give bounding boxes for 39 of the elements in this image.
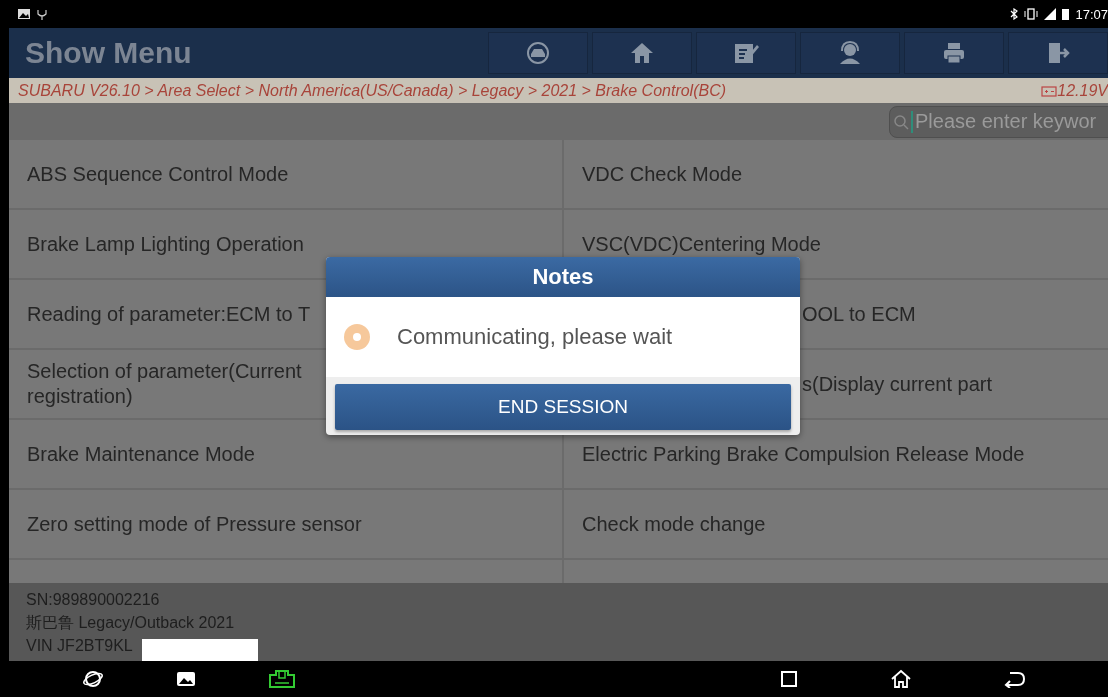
support-button[interactable] — [800, 32, 900, 74]
search-icon — [893, 113, 909, 130]
vehicle-info-line: 斯巴鲁 Legacy/Outback 2021 — [26, 612, 235, 633]
battery-icon — [1062, 8, 1070, 20]
battery-voltage-icon — [1041, 84, 1058, 97]
home-nav-icon[interactable] — [890, 669, 912, 689]
end-session-button[interactable]: END SESSION — [335, 384, 791, 430]
menu-item[interactable]: Zero setting mode of Pressure sensor — [9, 490, 562, 558]
page-title: Show Menu — [24, 36, 192, 70]
edit-icon — [733, 41, 759, 65]
signal-icon — [1044, 8, 1057, 20]
gallery-icon[interactable] — [176, 671, 196, 687]
orbit-icon[interactable] — [82, 668, 104, 690]
vibrate-icon — [1024, 8, 1039, 20]
menu-item[interactable]: Electric Parking Brake Compulsion Release Mode — [564, 420, 1108, 488]
dialog-title: Notes — [326, 257, 800, 297]
car-scan-button[interactable] — [488, 32, 588, 74]
print-icon — [942, 41, 966, 65]
loading-spinner-icon — [343, 323, 371, 351]
image-icon — [18, 9, 30, 19]
recent-apps-icon[interactable] — [780, 670, 798, 688]
exit-button[interactable] — [1008, 32, 1108, 74]
menu-item[interactable]: VDC Check Mode — [564, 140, 1108, 208]
edit-report-button[interactable] — [696, 32, 796, 74]
vehicle-info-line: SN:989890002216 — [26, 589, 160, 610]
breadcrumb-path: SUBARU V26.10 > Area Select > North America(US/Canada) > Legacy > 2021 > Brake Control(BC) — [17, 81, 727, 100]
back-icon[interactable] — [1004, 670, 1026, 688]
clock-time: 17:07 — [1075, 6, 1108, 22]
home-icon — [630, 41, 654, 65]
print-button[interactable] — [904, 32, 1004, 74]
menu-item[interactable]: Brake Maintenance Mode — [9, 420, 562, 488]
home-button[interactable] — [592, 32, 692, 74]
menu-item[interactable]: ABS Sequence Control Mode — [9, 140, 562, 208]
search-field[interactable]: Please enter keywor — [889, 105, 1108, 138]
vehicle-info-line: VIN JF2BT9KL — [26, 635, 133, 656]
menu-item[interactable]: Check mode change — [564, 490, 1108, 558]
vci-connector-icon[interactable] — [268, 669, 296, 689]
exit-door-icon — [1046, 41, 1070, 65]
bluetooth-icon — [1010, 8, 1019, 20]
